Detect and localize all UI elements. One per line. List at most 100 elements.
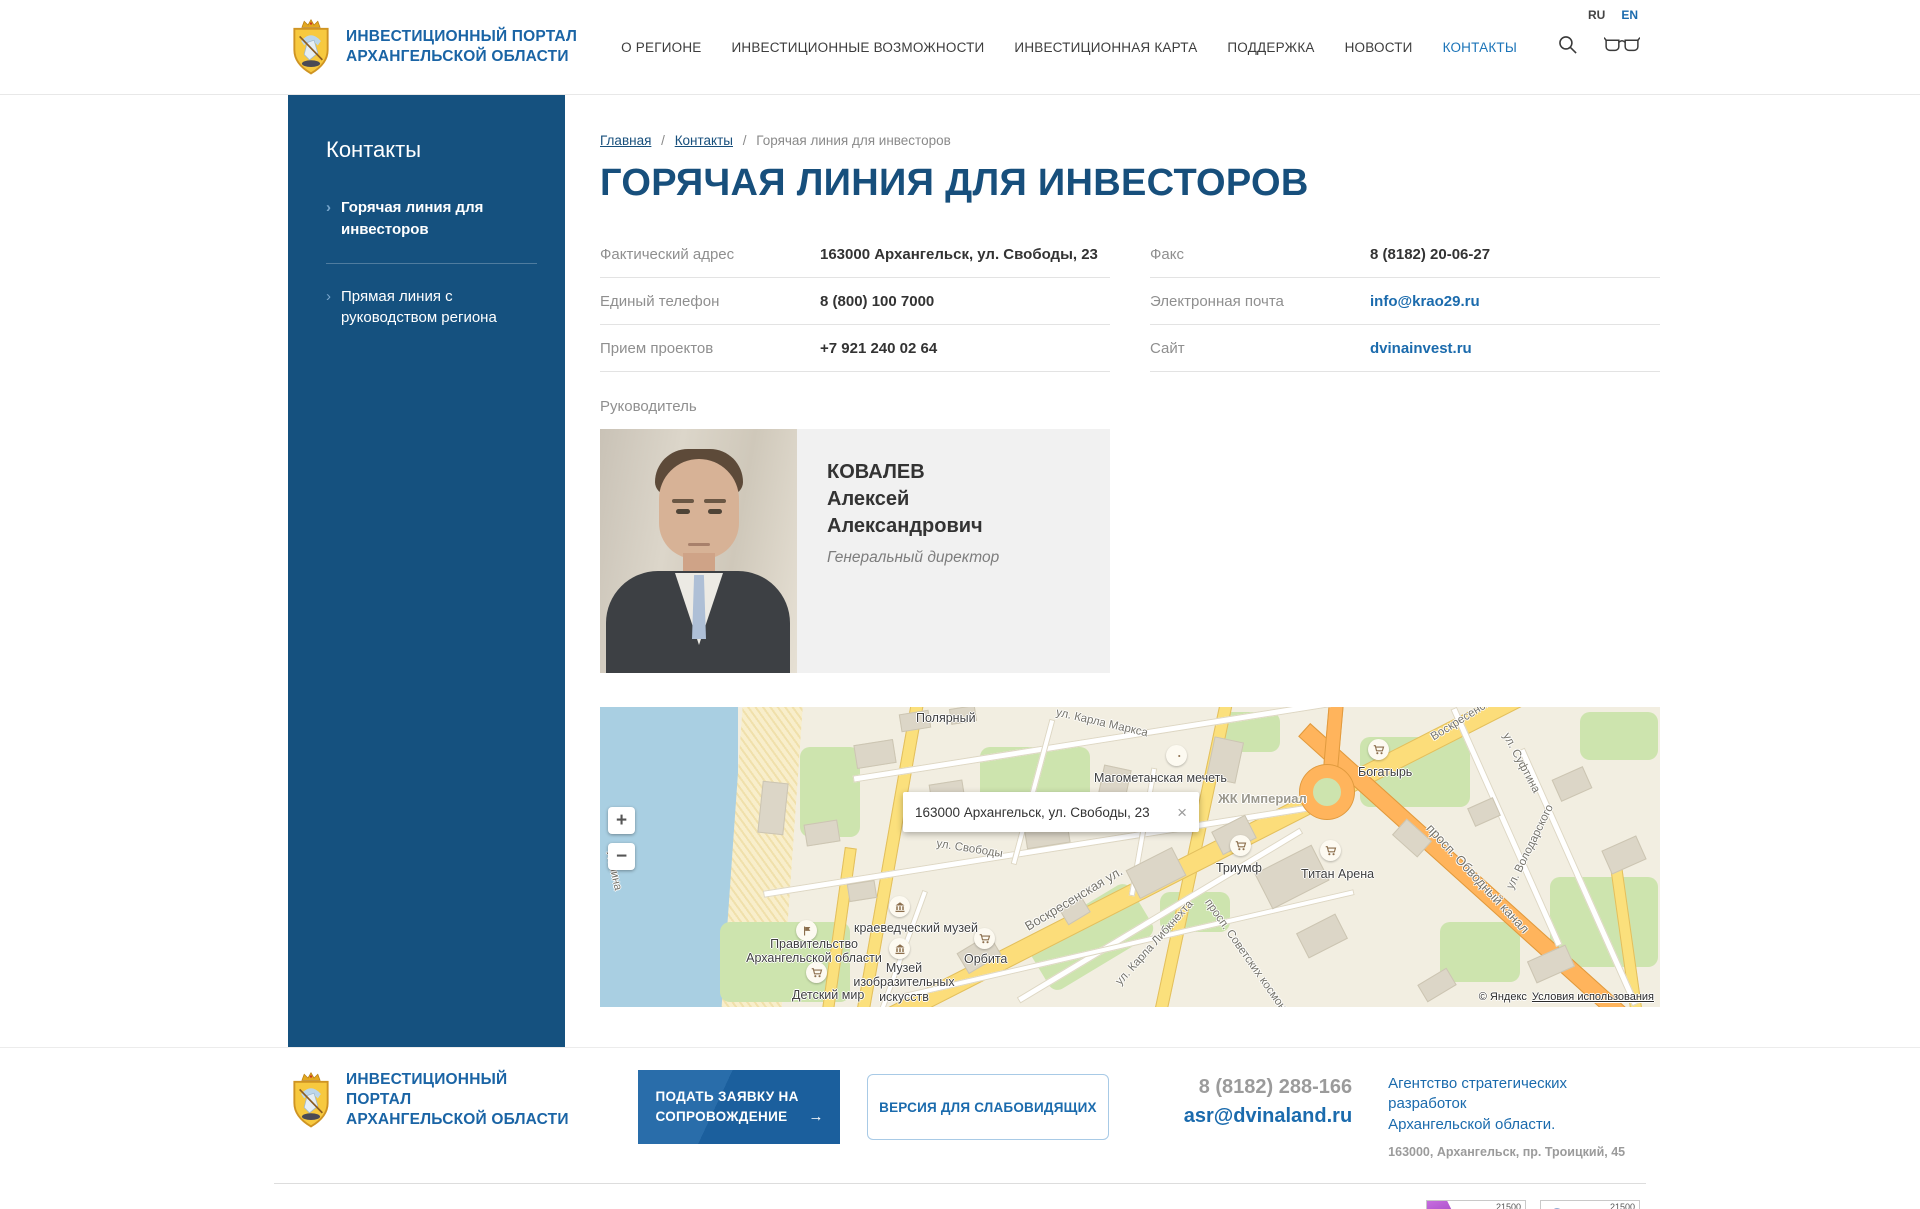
- footer-contacts: 8 (8182) 288-166 asr@dvinaland.ru: [1177, 1076, 1352, 1128]
- balloon-close-icon[interactable]: ×: [1167, 804, 1187, 821]
- mosque-crescent-icon: [1166, 745, 1187, 766]
- site-link[interactable]: dvinainvest.ru: [1370, 340, 1472, 357]
- breadcrumb: Главная / Контакты / Горячая линия для и…: [600, 133, 1660, 148]
- map-shape: [757, 781, 788, 835]
- museum-icon: [889, 896, 910, 917]
- footer-email-link[interactable]: asr@dvinaland.ru: [1177, 1105, 1352, 1128]
- yandex-map[interactable]: Полярный ул. Карла Маркса Магометанская …: [600, 707, 1660, 1007]
- chevron-right-icon: ›: [326, 197, 331, 241]
- map-shape: [1580, 712, 1658, 760]
- leader-card: КОВАЛЕВ Алексей Александрович Генеральны…: [600, 429, 1110, 673]
- footer-divider: [274, 1183, 1646, 1184]
- detail-row-projects: Прием проектов +7 921 240 02 64: [600, 325, 1110, 372]
- map-shape: [853, 739, 896, 769]
- leader-section-label: Руководитель: [600, 398, 1660, 415]
- detail-row-phone: Единый телефон 8 (800) 100 7000: [600, 278, 1110, 325]
- address-value: 163000 Архангельск, ул. Свободы, 23: [820, 246, 1098, 263]
- sidebar-item-hotline[interactable]: › Горячая линия для инвесторов: [326, 197, 537, 241]
- breadcrumb-contacts[interactable]: Контакты: [675, 133, 733, 148]
- page-title: ГОРЯЧАЯ ЛИНИЯ ДЛЯ ИНВЕСТОРОВ: [600, 162, 1660, 205]
- nav-item-news[interactable]: НОВОСТИ: [1345, 40, 1413, 55]
- nav-item-opportunities[interactable]: ИНВЕСТИЦИОННЫЕ ВОЗМОЖНОСТИ: [731, 40, 984, 55]
- map-street-label: ул. Суфтина: [1500, 731, 1542, 795]
- site-logo[interactable]: ИНВЕСТИЦИОННЫЙ ПОРТАЛ АРХАНГЕЛЬСКОЙ ОБЛА…: [288, 19, 577, 75]
- footer-logo[interactable]: ИНВЕСТИЦИОННЫЙ ПОРТАЛ АРХАНГЕЛЬСКОЙ ОБЛА…: [288, 1070, 573, 1130]
- footer-phone: 8 (8182) 288-166: [1199, 1076, 1352, 1098]
- map-label: Титан Арена: [1301, 867, 1374, 881]
- counter-badge-sputnik[interactable]: C 21500 4848 4386: [1540, 1200, 1640, 1209]
- leader-patronymic: Александрович: [827, 513, 999, 540]
- map-zoom-out-button[interactable]: −: [608, 843, 635, 870]
- map-shape: [1440, 922, 1520, 982]
- phone-value: 8 (800) 100 7000: [820, 293, 934, 310]
- breadcrumb-home[interactable]: Главная: [600, 133, 651, 148]
- map-balloon: 163000 Архангельск, ул. Свободы, 23 ×: [903, 792, 1199, 832]
- map-label: краеведческий музей: [854, 921, 978, 935]
- shop-cart-icon: [1368, 739, 1389, 760]
- map-roundabout: [1300, 765, 1354, 819]
- leader-name: Алексей: [827, 486, 999, 513]
- sidebar-item-direct-line[interactable]: › Прямая линия с руководством региона: [326, 286, 537, 330]
- footer-agency-address: 163000, Архангельск, пр. Троицкий, 45: [1388, 1145, 1646, 1159]
- footer-agency: Агентство стратегических разработок Арха…: [1388, 1074, 1646, 1159]
- map-shape: [1296, 914, 1348, 959]
- search-icon[interactable]: [1557, 34, 1578, 60]
- main-content: Главная / Контакты / Горячая линия для и…: [565, 95, 1660, 1047]
- map-zoom-in-button[interactable]: +: [608, 807, 635, 834]
- lang-ru[interactable]: RU: [1588, 8, 1605, 22]
- site-header: ИНВЕСТИЦИОННЫЙ ПОРТАЛ АРХАНГЕЛЬСКОЙ ОБЛА…: [0, 0, 1920, 95]
- arrow-right-icon: →: [809, 1106, 824, 1129]
- bar-chart-icon: [1427, 1200, 1455, 1209]
- fax-value: 8 (8182) 20-06-27: [1370, 246, 1490, 263]
- map-label: Триумф: [1216, 861, 1262, 875]
- coat-of-arms-icon: [288, 1072, 334, 1128]
- nav-item-support[interactable]: ПОДДЕРЖКА: [1227, 40, 1314, 55]
- sputnik-c-icon: C: [1541, 1205, 1570, 1209]
- leader-position: Генеральный директор: [827, 549, 999, 567]
- nav-item-invest-map[interactable]: ИНВЕСТИЦИОННАЯ КАРТА: [1014, 40, 1197, 55]
- map-shape: [1601, 835, 1646, 874]
- detail-row-email: Электронная почта info@krao29.ru: [1150, 278, 1660, 325]
- accessibility-glasses-icon[interactable]: [1604, 36, 1640, 58]
- balloon-address: 163000 Архангельск, ул. Свободы, 23: [915, 805, 1150, 820]
- visit-counters: 21500 4848 4386 C 21500 4848 4386: [274, 1200, 1640, 1209]
- detail-row-address: Фактический адрес 163000 Архангельск, ул…: [600, 231, 1110, 278]
- lang-en[interactable]: EN: [1621, 8, 1638, 22]
- site-title: ИНВЕСТИЦИОННЫЙ ПОРТАЛ АРХАНГЕЛЬСКОЙ ОБЛА…: [346, 27, 577, 67]
- museum-icon: [889, 938, 910, 959]
- map-terms-link[interactable]: Условия использования: [1532, 991, 1654, 1003]
- map-label: ЖК Империал: [1218, 791, 1307, 806]
- language-switch: RU EN: [1588, 8, 1638, 22]
- map-label: Детский мир: [792, 988, 864, 1002]
- map-label: Полярный: [916, 711, 976, 725]
- nav-item-region[interactable]: О РЕГИОНЕ: [621, 40, 701, 55]
- shop-cart-icon: [1320, 840, 1341, 861]
- footer-site-title: ИНВЕСТИЦИОННЫЙ ПОРТАЛ АРХАНГЕЛЬСКОЙ ОБЛА…: [346, 1070, 573, 1130]
- map-label: Орбита: [964, 952, 1007, 966]
- leader-surname: КОВАЛЕВ: [827, 459, 999, 486]
- map-label: Магометанская мечеть: [1094, 771, 1227, 785]
- email-link[interactable]: info@krao29.ru: [1370, 293, 1480, 310]
- detail-row-site: Сайт dvinainvest.ru: [1150, 325, 1660, 372]
- sidebar-title: Контакты: [326, 137, 537, 163]
- map-street-label: ул. Карла Маркса: [1055, 707, 1149, 739]
- site-footer: ИНВЕСТИЦИОННЫЙ ПОРТАЛ АРХАНГЕЛЬСКОЙ ОБЛА…: [0, 1047, 1920, 1209]
- detail-row-fax: Факс 8 (8182) 20-06-27: [1150, 231, 1660, 278]
- sidebar-divider: [326, 263, 537, 264]
- projects-phone-value: +7 921 240 02 64: [820, 340, 937, 357]
- map-label: Богатырь: [1358, 765, 1412, 779]
- nav-item-contacts[interactable]: КОНТАКТЫ: [1443, 40, 1517, 55]
- main-nav: О РЕГИОНЕ ИНВЕСТИЦИОННЫЕ ВОЗМОЖНОСТИ ИНВ…: [621, 40, 1517, 55]
- accessibility-version-button[interactable]: ВЕРСИЯ ДЛЯ СЛАБОВИДЯЩИХ: [867, 1074, 1109, 1140]
- breadcrumb-current: Горячая линия для инвесторов: [756, 133, 950, 148]
- map-shape: [1552, 766, 1593, 802]
- chevron-right-icon: ›: [326, 286, 331, 330]
- contact-details: Фактический адрес 163000 Архангельск, ул…: [600, 231, 1660, 372]
- map-attribution: © ЯндексУсловия использования: [1479, 991, 1654, 1003]
- counter-badge-liveinternet[interactable]: 21500 4848 4386: [1426, 1200, 1526, 1209]
- map-shape: [803, 819, 840, 846]
- submit-application-button[interactable]: ПОДАТЬ ЗАЯВКУ НА СОПРОВОЖДЕНИЕ →: [638, 1070, 840, 1144]
- map-shape: [847, 880, 877, 902]
- coat-of-arms-icon: [288, 19, 334, 75]
- leader-photo: [600, 429, 797, 673]
